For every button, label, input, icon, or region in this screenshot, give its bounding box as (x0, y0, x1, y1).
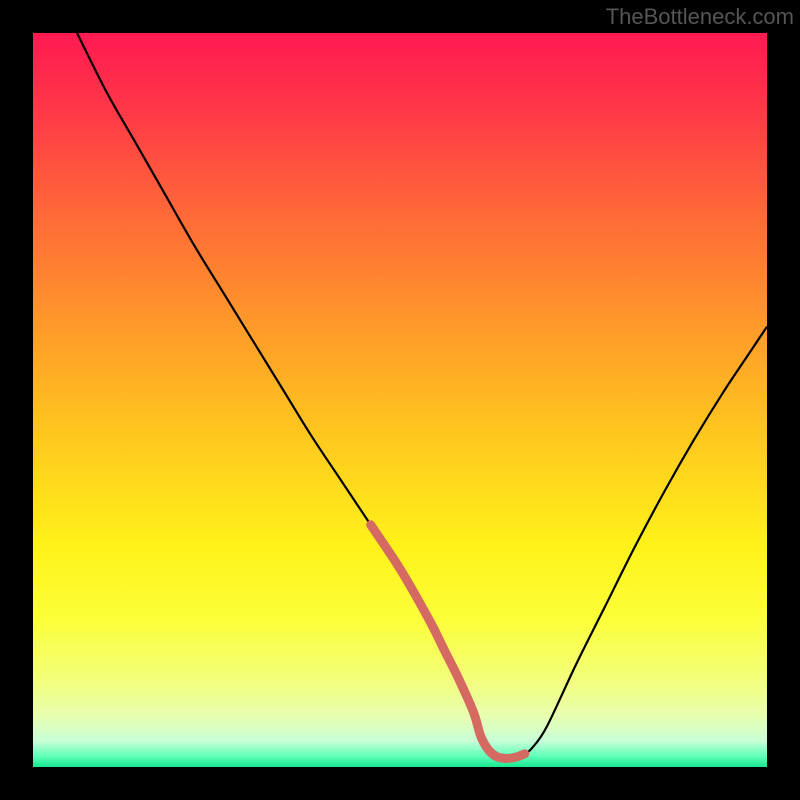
bottleneck-curve (33, 33, 767, 767)
watermark-text: TheBottleneck.com (606, 4, 794, 30)
plot-area (33, 33, 767, 767)
chart-frame: TheBottleneck.com (0, 0, 800, 800)
